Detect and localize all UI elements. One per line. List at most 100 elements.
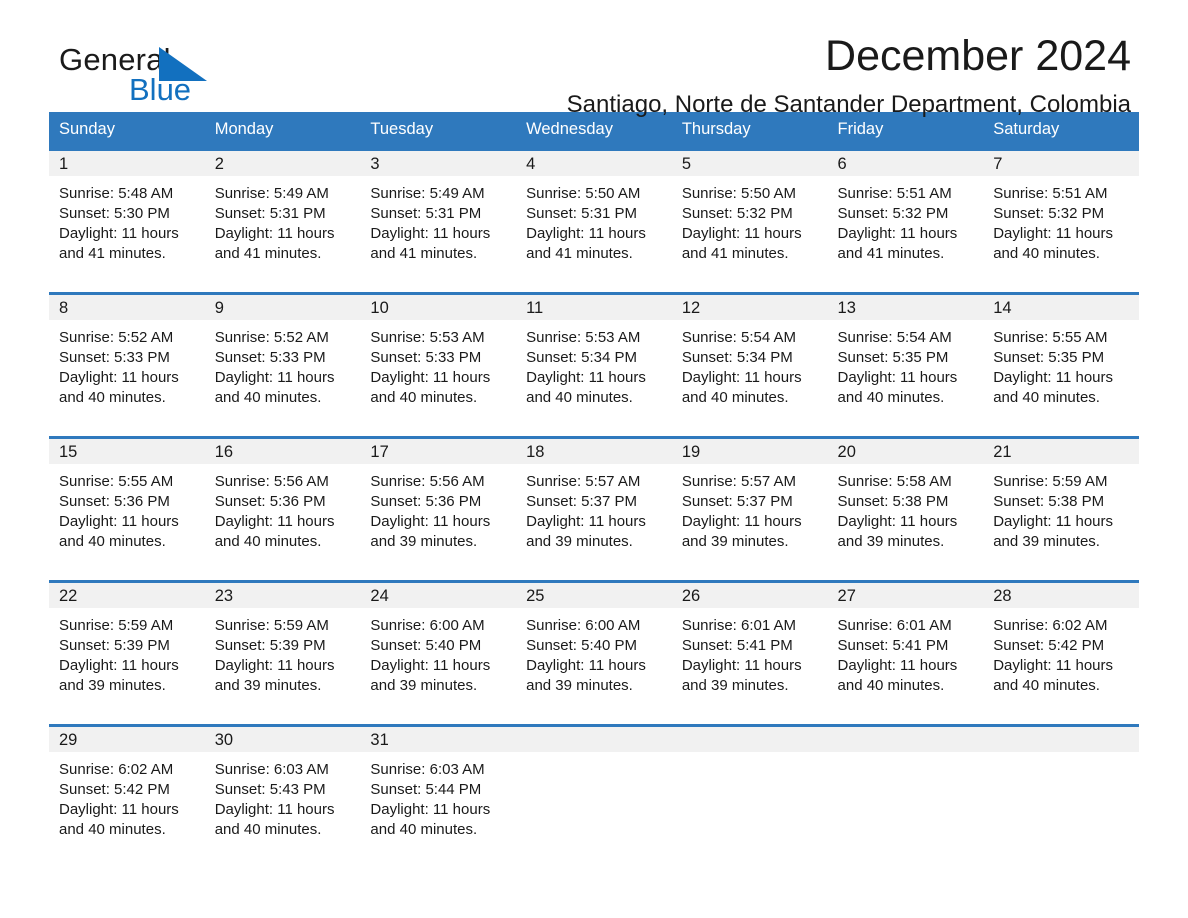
day-info: Sunrise: 5:51 AM Sunset: 5:32 PM Daylight:… <box>828 176 984 264</box>
sunset-text: Sunset: 5:32 PM <box>993 205 1105 222</box>
daylight-text-line2: and 41 minutes. <box>59 245 166 262</box>
day-cell[interactable]: 24 Sunrise: 6:00 AM Sunset: 5:40 PM Dayligh… <box>360 580 517 712</box>
daylight-text-line2: and 41 minutes. <box>370 245 478 262</box>
daylight-text-line1: Daylight: 11 hours <box>370 657 491 674</box>
week-spacer-cell <box>49 280 1139 292</box>
sunset-text: Sunset: 5:44 PM <box>370 781 482 798</box>
day-cell[interactable]: 26 Sunrise: 6:01 AM Sunset: 5:41 PM Dayligh… <box>671 580 828 712</box>
week-spacer-cell <box>49 424 1139 436</box>
day-cell[interactable]: 6 Sunrise: 5:51 AM Sunset: 5:32 PM Daylight… <box>827 148 984 280</box>
day-info: Sunrise: 5:57 AM Sunset: 5:37 PM Daylight:… <box>516 464 672 552</box>
day-cell[interactable]: 23 Sunrise: 5:59 AM Sunset: 5:39 PM Dayligh… <box>204 580 361 712</box>
sunrise-text: Sunrise: 6:01 AM <box>837 617 952 634</box>
sunrise-text: Sunrise: 5:52 AM <box>59 329 174 346</box>
day-info: Sunrise: 6:00 AM Sunset: 5:40 PM Daylight:… <box>360 608 516 696</box>
sunset-text: Sunset: 5:35 PM <box>993 349 1105 366</box>
day-number: 6 <box>827 151 984 176</box>
sunrise-text: Sunrise: 5:54 AM <box>837 329 952 346</box>
day-number: 23 <box>204 583 361 608</box>
day-info: Sunrise: 6:02 AM Sunset: 5:42 PM Daylight:… <box>983 608 1139 696</box>
day-cell[interactable]: 25 Sunrise: 6:00 AM Sunset: 5:40 PM Dayligh… <box>516 580 672 712</box>
day-cell[interactable]: 3 Sunrise: 5:49 AM Sunset: 5:31 PM Daylight… <box>360 148 517 280</box>
sunset-text: Sunset: 5:42 PM <box>993 637 1105 654</box>
sunrise-text: Sunrise: 5:50 AM <box>681 185 797 202</box>
daylight-text-line2: and 40 minutes. <box>370 389 478 406</box>
day-cell[interactable]: 14 Sunrise: 5:55 AM Sunset: 5:35 PM Dayligh… <box>983 292 1139 424</box>
day-cell[interactable]: 21 Sunrise: 5:59 AM Sunset: 5:38 PM Dayligh… <box>983 436 1139 568</box>
day-cell[interactable]: 7 Sunrise: 5:51 AM Sunset: 5:32 PM Daylight… <box>983 148 1139 280</box>
daylight-text-line1: Daylight: 11 hours <box>526 657 646 674</box>
day-cell[interactable]: 31 Sunrise: 6:03 AM Sunset: 5:44 PM Dayligh… <box>360 724 517 856</box>
day-cell[interactable]: 12 Sunrise: 5:54 AM Sunset: 5:34 PM Dayligh… <box>671 292 828 424</box>
day-number: 27 <box>827 583 984 608</box>
sunset-text: Sunset: 5:31 PM <box>370 205 482 222</box>
sunrise-text: Sunrise: 6:03 AM <box>214 761 329 778</box>
day-cell[interactable]: 4 Sunrise: 5:50 AM Sunset: 5:31 PM Daylight… <box>516 148 672 280</box>
day-cell[interactable]: 28 Sunrise: 6:02 AM Sunset: 5:42 PM Dayligh… <box>983 580 1139 712</box>
day-cell[interactable]: 10 Sunrise: 5:53 AM Sunset: 5:33 PM Dayligh… <box>360 292 517 424</box>
daylight-text-line2: and 39 minutes. <box>993 533 1100 550</box>
sunrise-text: Sunrise: 5:48 AM <box>59 185 174 202</box>
day-number: 17 <box>360 439 517 464</box>
sunrise-text: Sunrise: 5:51 AM <box>837 185 952 202</box>
calendar-week-row: 15 Sunrise: 5:55 AM Sunset: 5:36 PM Dayligh… <box>49 436 1139 568</box>
sunset-text: Sunset: 5:43 PM <box>214 781 326 798</box>
day-number: 19 <box>671 439 828 464</box>
day-number: 20 <box>827 439 984 464</box>
daylight-text-line2: and 39 minutes. <box>681 677 789 694</box>
day-info: Sunrise: 5:59 AM Sunset: 5:38 PM Daylight:… <box>983 464 1139 552</box>
day-cell[interactable]: 13 Sunrise: 5:54 AM Sunset: 5:35 PM Dayligh… <box>827 292 984 424</box>
daylight-text-line1: Daylight: 11 hours <box>370 225 491 242</box>
day-info: Sunrise: 5:50 AM Sunset: 5:32 PM Daylight:… <box>672 176 828 264</box>
week-spacer <box>49 280 1139 292</box>
day-cell[interactable]: 18 Sunrise: 5:57 AM Sunset: 5:37 PM Dayligh… <box>516 436 672 568</box>
day-number: 5 <box>671 151 828 176</box>
day-cell[interactable]: 22 Sunrise: 5:59 AM Sunset: 5:39 PM Dayligh… <box>49 580 205 712</box>
day-cell[interactable]: 29 Sunrise: 6:02 AM Sunset: 5:42 PM Dayligh… <box>49 724 205 856</box>
sunset-text: Sunset: 5:38 PM <box>993 493 1105 510</box>
day-number: 21 <box>983 439 1139 464</box>
daylight-text-line1: Daylight: 11 hours <box>837 225 958 242</box>
sunset-text: Sunset: 5:41 PM <box>681 637 793 654</box>
weekday-header-sunday: Sunday <box>49 112 205 148</box>
day-cell[interactable]: 16 Sunrise: 5:56 AM Sunset: 5:36 PM Dayligh… <box>204 436 361 568</box>
day-number <box>516 727 672 752</box>
day-cell[interactable]: 11 Sunrise: 5:53 AM Sunset: 5:34 PM Dayligh… <box>516 292 672 424</box>
day-cell[interactable]: 30 Sunrise: 6:03 AM Sunset: 5:43 PM Dayligh… <box>204 724 361 856</box>
day-number: 4 <box>516 151 672 176</box>
day-cell[interactable]: 27 Sunrise: 6:01 AM Sunset: 5:41 PM Dayligh… <box>827 580 984 712</box>
day-cell[interactable]: 2 Sunrise: 5:49 AM Sunset: 5:31 PM Daylight… <box>204 148 361 280</box>
day-number <box>671 727 828 752</box>
day-info: Sunrise: 5:59 AM Sunset: 5:39 PM Daylight:… <box>205 608 361 696</box>
day-cell[interactable]: 15 Sunrise: 5:55 AM Sunset: 5:36 PM Dayligh… <box>49 436 205 568</box>
brand-logo[interactable]: General Blue <box>59 42 259 108</box>
day-number: 10 <box>360 295 517 320</box>
week-spacer-cell <box>49 568 1139 580</box>
daylight-text-line1: Daylight: 11 hours <box>214 513 335 530</box>
day-cell[interactable]: 17 Sunrise: 5:56 AM Sunset: 5:36 PM Dayligh… <box>360 436 517 568</box>
daylight-text-line2: and 40 minutes. <box>837 389 945 406</box>
day-cell[interactable]: 9 Sunrise: 5:52 AM Sunset: 5:33 PM Daylight… <box>204 292 361 424</box>
day-cell[interactable]: 5 Sunrise: 5:50 AM Sunset: 5:32 PM Daylight… <box>671 148 828 280</box>
daylight-text-line1: Daylight: 11 hours <box>837 369 958 386</box>
daylight-text-line1: Daylight: 11 hours <box>370 369 491 386</box>
day-number: 26 <box>671 583 828 608</box>
sunrise-text: Sunrise: 5:52 AM <box>214 329 329 346</box>
sunrise-text: Sunrise: 6:00 AM <box>526 617 641 634</box>
weekday-header-monday: Monday <box>204 112 361 148</box>
day-cell[interactable]: 8 Sunrise: 5:52 AM Sunset: 5:33 PM Daylight… <box>49 292 205 424</box>
week-spacer <box>49 424 1139 436</box>
daylight-text-line2: and 39 minutes. <box>526 533 633 550</box>
daylight-text-line2: and 40 minutes. <box>993 245 1100 262</box>
day-number: 22 <box>49 583 205 608</box>
day-info: Sunrise: 6:01 AM Sunset: 5:41 PM Daylight:… <box>672 608 828 696</box>
daylight-text-line2: and 40 minutes. <box>837 677 945 694</box>
daylight-text-line2: and 40 minutes. <box>214 533 322 550</box>
day-number: 14 <box>983 295 1139 320</box>
day-cell[interactable]: 19 Sunrise: 5:57 AM Sunset: 5:37 PM Dayligh… <box>671 436 828 568</box>
daylight-text-line1: Daylight: 11 hours <box>993 369 1114 386</box>
day-cell[interactable]: 20 Sunrise: 5:58 AM Sunset: 5:38 PM Dayligh… <box>827 436 984 568</box>
day-info: Sunrise: 6:00 AM Sunset: 5:40 PM Daylight:… <box>516 608 672 696</box>
day-cell[interactable]: 1 Sunrise: 5:48 AM Sunset: 5:30 PM Daylight… <box>49 148 205 280</box>
sunset-text: Sunset: 5:36 PM <box>59 493 170 510</box>
